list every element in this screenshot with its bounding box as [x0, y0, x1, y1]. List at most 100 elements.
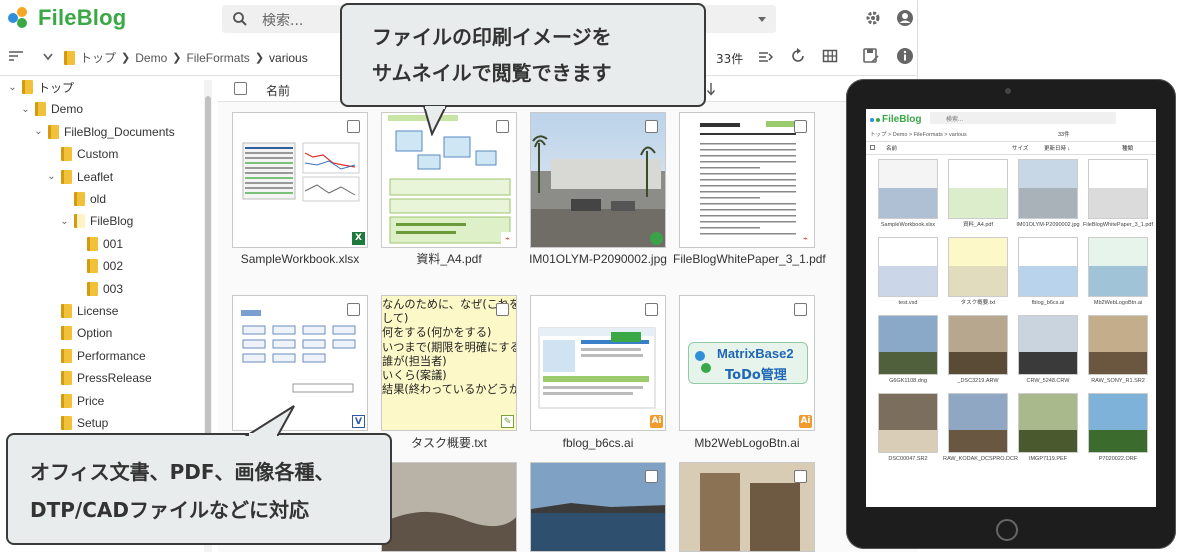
tree-item[interactable]: License	[47, 301, 118, 321]
file-name[interactable]: IM01OLYM-P2090002.jpg	[524, 250, 672, 268]
tree-item[interactable]: Performance	[47, 346, 146, 366]
chevron-down-icon[interactable]: ⌄	[8, 82, 17, 93]
tablet-file-tile[interactable]	[878, 315, 938, 375]
tablet-file-name[interactable]: 資料_A4.pdf	[943, 222, 1013, 229]
tree-item[interactable]: 003	[73, 279, 123, 299]
tree-item[interactable]: Option	[47, 323, 112, 343]
file-tile-jpg[interactable]	[530, 112, 666, 248]
tile-checkbox[interactable]	[645, 303, 658, 316]
tablet-col-date[interactable]: 更新日時 ↓	[1044, 144, 1070, 152]
tablet-search[interactable]: 検索...	[930, 112, 1116, 124]
tablet-file-tile[interactable]	[1018, 393, 1078, 453]
tablet-file-tile[interactable]	[878, 237, 938, 297]
tile-checkbox[interactable]	[794, 470, 807, 483]
chevron-down-icon[interactable]: ⌄	[47, 171, 56, 182]
breadcrumb-item-top[interactable]: トップ	[80, 49, 116, 66]
tree-item[interactable]: ⌄ Leaflet	[47, 167, 113, 187]
tablet-file-tile[interactable]	[1088, 237, 1148, 297]
tablet-file-name[interactable]: SampleWorkbook.xlsx	[873, 222, 943, 229]
account-icon[interactable]	[896, 9, 914, 27]
select-all-checkbox[interactable]	[234, 82, 247, 95]
file-tile-logo[interactable]: MatrixBase2 ToDo管理 Ai	[679, 295, 815, 431]
tree-item[interactable]: ⌄ トップ	[8, 77, 74, 97]
tablet-file-name[interactable]: CRW_5248.CRW	[1013, 378, 1083, 385]
tablet-file-name[interactable]: IMGP7119.PEF	[1013, 456, 1083, 463]
app-logo[interactable]: FileBlog	[8, 5, 126, 31]
tablet-file-tile[interactable]	[1018, 237, 1078, 297]
tree-item[interactable]: old	[60, 189, 106, 209]
tree-item[interactable]: ⌄ FileBlog_Documents	[34, 122, 175, 142]
file-tile-photo[interactable]	[530, 462, 666, 552]
tile-checkbox[interactable]	[347, 120, 360, 133]
tree-item[interactable]: Price	[47, 391, 104, 411]
save-view-icon[interactable]	[862, 47, 880, 65]
home-button[interactable]	[996, 519, 1018, 541]
file-name[interactable]: SampleWorkbook.xlsx	[226, 250, 374, 268]
tablet-file-name[interactable]: DSC00047.SR2	[873, 456, 943, 463]
tablet-file-name[interactable]: G6GK1108.dng	[873, 378, 943, 385]
tree-item[interactable]: Custom	[47, 144, 118, 164]
file-tile-photo[interactable]	[381, 462, 517, 552]
tablet-file-name[interactable]: fblog_b6cs.ai	[1013, 300, 1083, 307]
tablet-file-tile[interactable]	[948, 159, 1008, 219]
tablet-file-tile[interactable]	[1018, 159, 1078, 219]
tablet-file-name[interactable]: RAW_SONY_R1.SR2	[1083, 378, 1153, 385]
tablet-file-tile[interactable]	[1088, 159, 1148, 219]
tablet-file-name[interactable]: タスク概要.txt	[943, 300, 1013, 307]
refresh-icon[interactable]	[790, 48, 806, 64]
tree-item[interactable]: PressRelease	[47, 368, 152, 388]
tree-item[interactable]: 002	[73, 256, 123, 276]
breadcrumb-item-demo[interactable]: Demo	[135, 51, 167, 65]
tablet-file-name[interactable]: P7020022.ORF	[1083, 456, 1153, 463]
tablet-select-all[interactable]	[870, 145, 875, 150]
file-name[interactable]: FileBlogWhitePaper_3_1.pdf	[673, 250, 826, 268]
file-name[interactable]: タスク概要.txt	[375, 434, 523, 452]
tree-item[interactable]: ⌄ Demo	[21, 99, 83, 119]
tile-checkbox[interactable]	[496, 303, 509, 316]
tablet-file-tile[interactable]	[878, 393, 938, 453]
sort-arrow-icon[interactable]	[706, 82, 716, 96]
tile-checkbox[interactable]	[645, 470, 658, 483]
tablet-file-tile[interactable]	[948, 237, 1008, 297]
name-column-header[interactable]: 名前	[266, 82, 290, 99]
tablet-file-tile[interactable]	[948, 315, 1008, 375]
file-tile-whitepaper[interactable]: ⌁	[679, 112, 815, 248]
tile-checkbox[interactable]	[794, 120, 807, 133]
file-tile-photo[interactable]	[679, 462, 815, 552]
grid-view-icon[interactable]	[822, 48, 838, 64]
tablet-file-tile[interactable]	[948, 393, 1008, 453]
tree-item[interactable]: 001	[73, 234, 123, 254]
tile-checkbox[interactable]	[347, 303, 360, 316]
tablet-file-tile[interactable]	[1088, 393, 1148, 453]
chevron-down-icon[interactable]: ⌄	[60, 216, 69, 227]
breadcrumb-item-various[interactable]: various	[269, 51, 308, 65]
tablet-file-name[interactable]: Mb2WebLogoBtn.ai	[1083, 300, 1153, 307]
search-dropdown-icon[interactable]	[758, 17, 766, 22]
file-tile-fblog[interactable]: Ai	[530, 295, 666, 431]
tablet-col-size[interactable]: サイズ	[1012, 144, 1028, 152]
tablet-file-tile[interactable]	[1088, 315, 1148, 375]
file-name[interactable]: Mb2WebLogoBtn.ai	[673, 434, 821, 452]
tablet-file-name[interactable]: _DSC3219.ARW	[943, 378, 1013, 385]
tree-item[interactable]: ⌄ FileBlog	[60, 211, 133, 231]
file-name[interactable]: fblog_b6cs.ai	[524, 434, 672, 452]
tablet-file-tile[interactable]	[878, 159, 938, 219]
tablet-file-name[interactable]: FileBlogWhitePaper_3_1.pdf	[1083, 222, 1153, 229]
tablet-col-name[interactable]: 名前	[886, 144, 897, 152]
tile-checkbox[interactable]	[496, 120, 509, 133]
file-tile-txt[interactable]: なんのために、なぜ(これを目指して)何をする(何かをする)いつまで(期限を明確に…	[381, 295, 517, 431]
gear-icon[interactable]	[864, 9, 882, 27]
info-icon[interactable]	[896, 47, 914, 65]
tablet-file-name[interactable]: RAW_KODAK_DCSPRO.DCR	[943, 456, 1018, 463]
tablet-file-tile[interactable]	[1018, 315, 1078, 375]
view-toggle-icon[interactable]	[758, 49, 774, 65]
tree-item[interactable]: Setup	[47, 413, 108, 433]
file-name[interactable]: 資料_A4.pdf	[375, 250, 523, 268]
chevron-down-icon[interactable]	[42, 52, 54, 62]
chevron-down-icon[interactable]: ⌄	[34, 126, 43, 137]
sort-menu-icon[interactable]	[8, 48, 24, 64]
tile-checkbox[interactable]	[645, 120, 658, 133]
breadcrumb-item-fileformats[interactable]: FileFormats	[186, 51, 249, 65]
file-tile-xlsx[interactable]: X	[232, 112, 368, 248]
chevron-down-icon[interactable]: ⌄	[21, 104, 30, 115]
